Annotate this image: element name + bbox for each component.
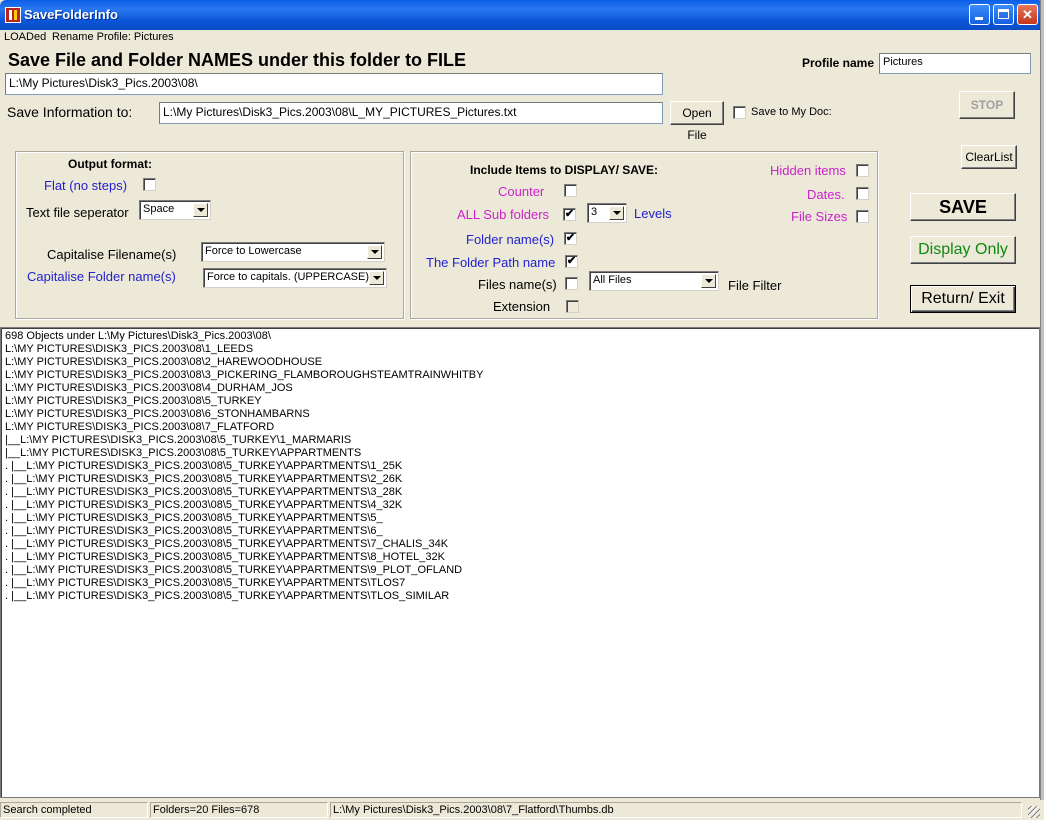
- dates-checkbox[interactable]: [856, 187, 869, 200]
- return-exit-button[interactable]: Return/ Exit: [910, 285, 1016, 313]
- output-format-group: [15, 151, 404, 319]
- file-sizes-label: File Sizes: [791, 209, 848, 224]
- chevron-down-icon[interactable]: [367, 245, 382, 259]
- list-item[interactable]: . |__L:\MY PICTURES\DISK3_PICS.2003\08\5…: [5, 473, 402, 486]
- folder-names-checkbox[interactable]: ✔: [564, 232, 577, 245]
- subfolders-checkbox[interactable]: ✔: [563, 208, 576, 221]
- file-filter-select[interactable]: All Files: [589, 271, 719, 291]
- status-counts: Folders=20 Files=678: [150, 802, 328, 818]
- cap-folder-label: Capitalise Folder name(s): [27, 269, 176, 284]
- list-item[interactable]: . |__L:\MY PICTURES\DISK3_PICS.2003\08\5…: [5, 590, 449, 603]
- open-file-button[interactable]: Open File: [670, 101, 724, 142]
- cap-filename-value: Force to Lowercase: [205, 245, 302, 257]
- flat-no-steps-label: Flat (no steps): [44, 178, 128, 193]
- list-item[interactable]: L:\MY PICTURES\DISK3_PICS.2003\08\6_STON…: [5, 408, 310, 421]
- output-format-heading: Output format:: [68, 157, 152, 171]
- save-info-field[interactable]: L:\My Pictures\Disk3_Pics.2003\08\L_MY_P…: [159, 102, 663, 124]
- flat-no-steps-checkbox[interactable]: [143, 178, 156, 191]
- window-edge: [1040, 0, 1044, 820]
- folder-path-name-checkbox[interactable]: ✔: [565, 255, 578, 268]
- display-only-button[interactable]: Display Only: [910, 236, 1016, 264]
- list-item[interactable]: L:\MY PICTURES\DISK3_PICS.2003\08\3_PICK…: [5, 369, 483, 382]
- list-item[interactable]: . |__L:\MY PICTURES\DISK3_PICS.2003\08\5…: [5, 564, 462, 577]
- menu-loaded[interactable]: LOADed: [4, 31, 46, 43]
- maximize-icon: [998, 9, 1009, 19]
- list-item[interactable]: . |__L:\MY PICTURES\DISK3_PICS.2003\08\5…: [5, 525, 383, 538]
- dates-label: Dates.: [807, 187, 845, 202]
- list-item[interactable]: L:\MY PICTURES\DISK3_PICS.2003\08\2_HARE…: [5, 356, 322, 369]
- save-to-mydoc-label: Save to My Doc:: [751, 106, 832, 118]
- separator-label: Text file seperator: [26, 205, 129, 220]
- list-item[interactable]: . |__L:\MY PICTURES\DISK3_PICS.2003\08\5…: [5, 512, 383, 525]
- list-item[interactable]: L:\MY PICTURES\DISK3_PICS.2003\08\5_TURK…: [5, 395, 262, 408]
- chevron-down-icon[interactable]: [193, 203, 208, 217]
- status-current-file: L:\My Pictures\Disk3_Pics.2003\08\7_Flat…: [330, 802, 1022, 818]
- clear-list-button[interactable]: ClearList: [961, 145, 1017, 169]
- page-title: Save File and Folder NAMES under this fo…: [8, 50, 467, 70]
- list-item[interactable]: . |__L:\MY PICTURES\DISK3_PICS.2003\08\5…: [5, 460, 402, 473]
- close-icon: ✕: [1022, 7, 1033, 22]
- extension-label: Extension: [493, 299, 551, 314]
- maximize-button[interactable]: [993, 4, 1014, 25]
- profile-name-label: Profile name: [802, 56, 875, 70]
- cap-folder-select[interactable]: Force to capitals. (UPPERCASE): [203, 268, 387, 288]
- separator-select[interactable]: Space: [139, 200, 211, 220]
- file-names-label: Files name(s): [478, 277, 557, 292]
- profile-name-field[interactable]: Pictures: [879, 53, 1031, 74]
- separator-value: Space: [143, 203, 175, 215]
- folder-path-name-label: The Folder Path name: [426, 255, 556, 270]
- status-bar: Search completed Folders=20 Files=678 L:…: [0, 800, 1044, 820]
- cap-folder-value: Force to capitals. (UPPERCASE): [207, 271, 369, 283]
- resize-grip-icon[interactable]: [1028, 806, 1040, 818]
- app-icon[interactable]: [5, 7, 21, 23]
- chevron-down-icon[interactable]: [701, 274, 716, 288]
- status-message: Search completed: [0, 802, 148, 818]
- levels-select[interactable]: 3: [587, 203, 627, 223]
- close-button[interactable]: ✕: [1017, 4, 1038, 25]
- menu-bar: LOADed Rename Profile: Pictures: [0, 30, 1044, 45]
- save-button[interactable]: SAVE: [910, 193, 1016, 221]
- counter-label: Counter: [498, 184, 545, 199]
- cap-filename-select[interactable]: Force to Lowercase: [201, 242, 385, 262]
- stop-button[interactable]: STOP: [959, 91, 1015, 119]
- subfolders-label: ALL Sub folders: [457, 207, 550, 222]
- menu-rename-profile[interactable]: Rename Profile: Pictures: [52, 31, 174, 43]
- list-item[interactable]: |__L:\MY PICTURES\DISK3_PICS.2003\08\5_T…: [5, 447, 361, 460]
- list-item[interactable]: 698 Objects under L:\My Pictures\Disk3_P…: [5, 330, 271, 343]
- save-info-label: Save Information to:: [7, 104, 133, 120]
- include-items-heading: Include Items to DISPLAY/ SAVE:: [470, 163, 659, 177]
- list-item[interactable]: L:\MY PICTURES\DISK3_PICS.2003\08\4_DURH…: [5, 382, 293, 395]
- list-item[interactable]: L:\MY PICTURES\DISK3_PICS.2003\08\7_FLAT…: [5, 421, 274, 434]
- folder-path-field[interactable]: L:\My Pictures\Disk3_Pics.2003\08\: [5, 73, 663, 95]
- hidden-items-checkbox[interactable]: [856, 164, 869, 177]
- folder-names-label: Folder name(s): [466, 232, 555, 247]
- levels-value: 3: [591, 206, 598, 218]
- file-names-checkbox[interactable]: [565, 277, 578, 290]
- list-item[interactable]: L:\MY PICTURES\DISK3_PICS.2003\08\1_LEED…: [5, 343, 253, 356]
- cap-filename-label: Capitalise Filename(s): [47, 247, 177, 262]
- counter-checkbox[interactable]: [564, 184, 577, 197]
- levels-label: Levels: [634, 206, 672, 221]
- list-item[interactable]: . |__L:\MY PICTURES\DISK3_PICS.2003\08\5…: [5, 486, 402, 499]
- title-bar[interactable]: SaveFolderInfo ✕: [0, 0, 1044, 30]
- window-title: SaveFolderInfo: [24, 7, 118, 22]
- list-item[interactable]: . |__L:\MY PICTURES\DISK3_PICS.2003\08\5…: [5, 538, 448, 551]
- save-to-mydoc-checkbox[interactable]: [733, 106, 746, 119]
- hidden-items-label: Hidden items: [770, 163, 846, 178]
- file-sizes-checkbox[interactable]: [856, 210, 869, 223]
- app-window: SaveFolderInfo ✕ LOADed Rename Profile: …: [0, 0, 1044, 820]
- extension-checkbox[interactable]: [566, 300, 579, 313]
- chevron-down-icon[interactable]: [369, 271, 384, 285]
- chevron-down-icon[interactable]: [609, 206, 624, 220]
- minimize-icon: [975, 17, 983, 20]
- list-item[interactable]: |__L:\MY PICTURES\DISK3_PICS.2003\08\5_T…: [5, 434, 351, 447]
- list-item[interactable]: . |__L:\MY PICTURES\DISK3_PICS.2003\08\5…: [5, 551, 445, 564]
- list-item[interactable]: . |__L:\MY PICTURES\DISK3_PICS.2003\08\5…: [5, 577, 405, 590]
- results-list[interactable]: 698 Objects under L:\My Pictures\Disk3_P…: [0, 327, 1040, 798]
- file-filter-label: File Filter: [728, 278, 782, 293]
- list-item[interactable]: . |__L:\MY PICTURES\DISK3_PICS.2003\08\5…: [5, 499, 402, 512]
- minimize-button[interactable]: [969, 4, 990, 25]
- file-filter-value: All Files: [593, 274, 632, 286]
